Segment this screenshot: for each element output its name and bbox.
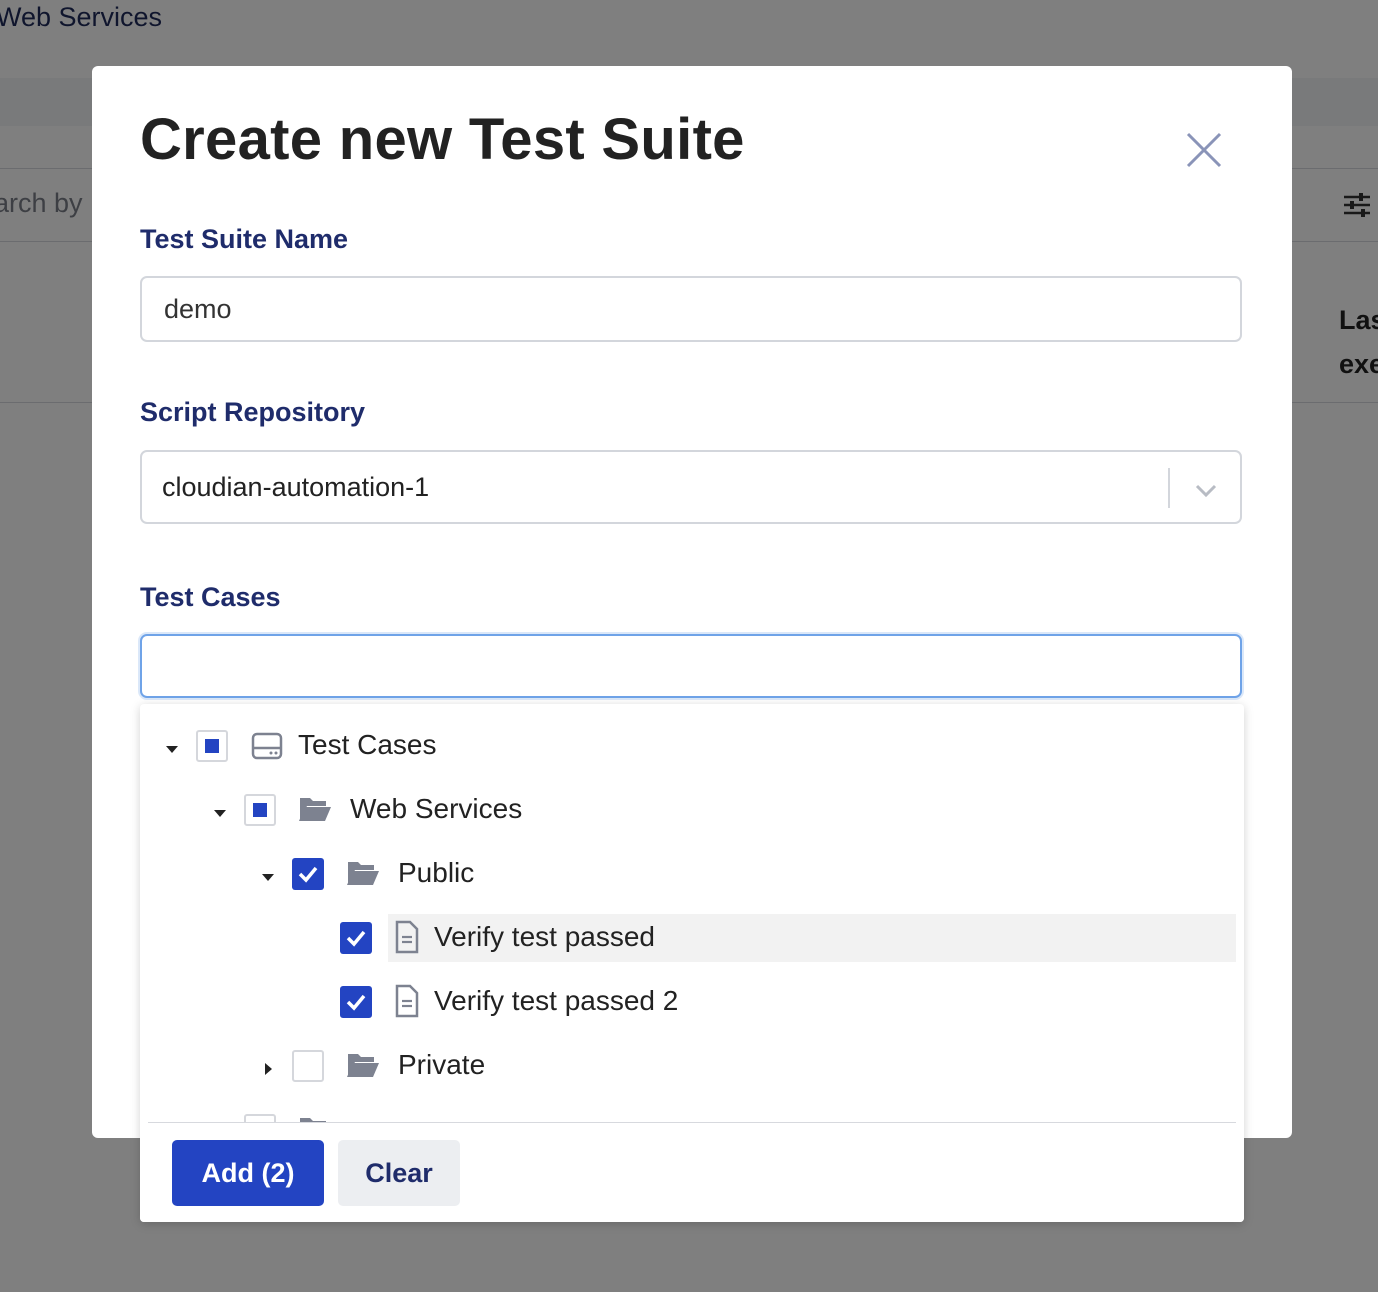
drive-icon [251,732,283,760]
caret-down-icon[interactable] [212,806,228,822]
suite-name-label: Test Suite Name [140,224,349,254]
tree-node-label: Test Cases [298,729,437,760]
tree-node-test-cases[interactable]: Test Cases [140,722,1236,770]
tree-node-label: Public [398,857,475,888]
file-icon [395,920,419,954]
modal-title: Create new Test Suite [140,107,745,172]
close-icon[interactable] [1182,128,1226,172]
tree-node-label: Verify test passed [434,921,656,952]
select-separator [1168,468,1170,508]
folder-open-icon [347,862,379,885]
tree-node-verify-test-passed[interactable]: Verify test passed [140,914,1236,962]
test-cases-tree-dropdown: Test Cases Web Services Public Verify te… [140,704,1244,1222]
repository-selected-value: cloudian-automation-1 [162,472,430,502]
checkbox-test-cases[interactable] [196,730,228,762]
suite-name-input[interactable] [140,276,1242,342]
tree-node-private[interactable]: Private [140,1042,1236,1090]
tree-node-verify-test-passed-2[interactable]: Verify test passed 2 [140,978,1236,1026]
folder-open-icon [347,1054,379,1077]
check-icon [298,866,318,883]
tree-node-label: Private [398,1049,486,1080]
check-icon [346,930,366,947]
caret-down-icon[interactable] [164,742,180,758]
test-cases-label: Test Cases [140,582,281,612]
checkbox-verify-test-passed-2[interactable] [340,986,372,1018]
repository-select[interactable]: cloudian-automation-1 [140,450,1242,524]
checkbox-web-services[interactable] [244,794,276,826]
repository-label: Script Repository [140,397,366,427]
chevron-down-icon[interactable] [1192,476,1220,504]
add-button[interactable]: Add (2) [172,1140,324,1206]
checkbox-verify-test-passed[interactable] [340,922,372,954]
test-cases-search-input[interactable] [140,634,1242,698]
check-icon [346,994,366,1011]
checkbox-private[interactable] [292,1050,324,1082]
file-icon [395,984,419,1018]
checkbox-public[interactable] [292,858,324,890]
caret-down-icon[interactable] [260,870,276,886]
tree-node-public[interactable]: Public [140,850,1236,898]
caret-right-icon[interactable] [260,1061,276,1077]
folder-open-icon [299,798,331,821]
tree-node-web-services[interactable]: Web Services [140,786,1236,834]
dropdown-footer: Add (2) Clear [140,1123,1244,1222]
clear-button[interactable]: Clear [338,1140,460,1206]
tree-node-label: Verify test passed 2 [434,985,679,1016]
tree-node-label: Web Services [350,793,523,824]
